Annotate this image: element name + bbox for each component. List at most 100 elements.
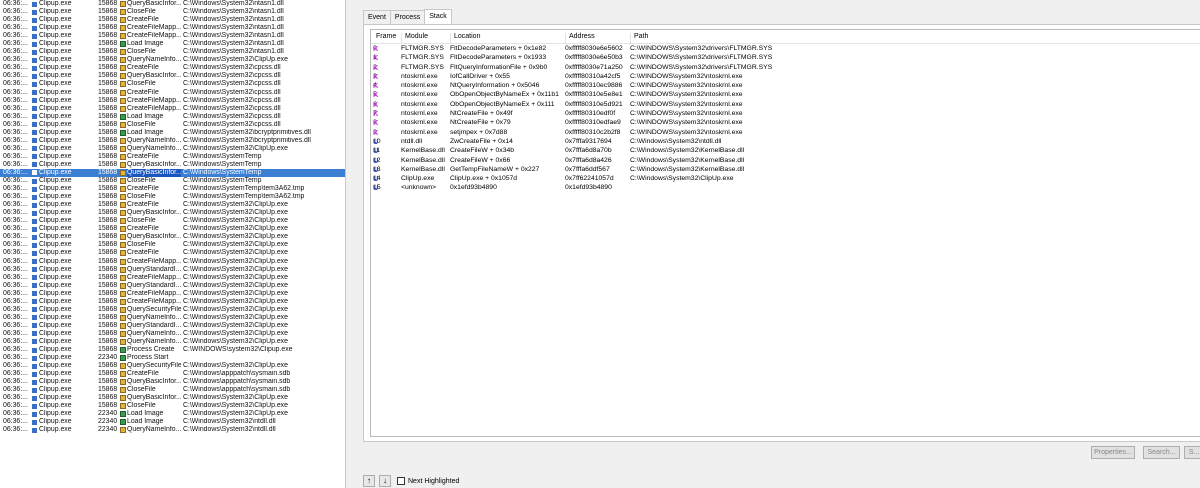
event-row[interactable]: 06:36:... Clipup.exe 15868 QueryNameInfo...…	[0, 330, 345, 338]
stack-frame-row[interactable]: K 4 ntoskrnl.exe NtQueryInformation + 0x504…	[371, 81, 1200, 90]
source-button[interactable]: S...	[1184, 446, 1200, 459]
stack-frame-row[interactable]: K 6 ntoskrnl.exe ObOpenObjectByNameEx + 0x1…	[371, 100, 1200, 109]
event-row[interactable]: 06:36:... Clipup.exe 15868 CloseFile C:\Wind…	[0, 80, 345, 88]
stack-frame-row[interactable]: K 7 ntoskrnl.exe NtCreateFile + 0x49f 0xffff…	[371, 109, 1200, 118]
stack-frame-row[interactable]: U 10 ntdll.dll ZwCreateFile + 0x14 0x7fffa93…	[371, 137, 1200, 146]
event-row[interactable]: 06:36:... Clipup.exe 15868 CloseFile C:\Wind…	[0, 48, 345, 56]
tab-stack[interactable]: Stack	[424, 9, 452, 24]
column-header-address[interactable]: Address	[565, 33, 631, 43]
event-row[interactable]: 06:36:... Clipup.exe 15868 QueryBasicInfor.…	[0, 72, 345, 80]
event-row[interactable]: 06:36:... Clipup.exe 15868 CloseFile C:\Wind…	[0, 241, 345, 249]
stack-frame-row[interactable]: U 11 KernelBase.dll CreateFileW + 0x34b 0x7f…	[371, 146, 1200, 155]
process-icon	[32, 178, 37, 184]
event-row[interactable]: 06:36:... Clipup.exe 15868 CloseFile C:\Wind…	[0, 402, 345, 410]
event-row[interactable]: 06:36:... Clipup.exe 15868 CreateFileMapp..…	[0, 32, 345, 40]
event-row[interactable]: 06:36:... Clipup.exe 15868 QueryNameInfo...…	[0, 137, 345, 145]
event-row[interactable]: 06:36:... Clipup.exe 15868 QueryNameInfo...…	[0, 314, 345, 322]
event-row[interactable]: 06:36:... Clipup.exe 15868 CreateFileMapp..…	[0, 24, 345, 32]
event-row[interactable]: 06:36:... Clipup.exe 15868 CreateFile C:\Win…	[0, 16, 345, 24]
event-row[interactable]: 06:36:... Clipup.exe 15868 CloseFile C:\Wind…	[0, 386, 345, 394]
event-operation: QueryNameInfo...	[127, 56, 181, 64]
event-row[interactable]: 06:36:... Clipup.exe 15868 CloseFile C:\Wind…	[0, 193, 345, 201]
stack-frame-row[interactable]: U 12 KernelBase.dll CreateFileW + 0x66 0x7ff…	[371, 156, 1200, 165]
event-row[interactable]: 06:36:... Clipup.exe 15868 QueryBasicInfor.…	[0, 161, 345, 169]
event-row[interactable]: 06:36:... Clipup.exe 15868 QuerySecurityFil…	[0, 306, 345, 314]
event-operation: Process Start	[127, 354, 169, 362]
event-row[interactable]: 06:36:... Clipup.exe 15868 CreateFile C:\Win…	[0, 64, 345, 72]
event-row[interactable]: 06:36:... Clipup.exe 15868 Load Image C:\Win…	[0, 129, 345, 137]
event-process-name: Clipup.exe	[39, 40, 72, 48]
event-row[interactable]: 06:36:... Clipup.exe 15868 CreateFile C:\Win…	[0, 89, 345, 97]
stack-frame-row[interactable]: U 14 ClipUp.exe ClipUp.exe + 0x1057d 0x7ff62…	[371, 174, 1200, 183]
event-row[interactable]: 06:36:... Clipup.exe 15868 CloseFile C:\Wind…	[0, 8, 345, 16]
event-time: 06:36:...	[3, 8, 28, 16]
column-header-frame[interactable]: Frame	[373, 33, 401, 43]
event-row[interactable]: 06:36:... Clipup.exe 15868 CreateFile C:\Win…	[0, 370, 345, 378]
column-header-path[interactable]: Path	[630, 33, 830, 43]
event-row[interactable]: 06:36:... Clipup.exe 15868 CreateFileMapp..…	[0, 258, 345, 266]
event-row[interactable]: 06:36:... Clipup.exe 15868 QueryBasicInfor.…	[0, 378, 345, 386]
event-row[interactable]: 06:36:... Clipup.exe 15868 CreateFileMapp..…	[0, 274, 345, 282]
event-row[interactable]: 06:36:... Clipup.exe 15868 QueryBasicInfor.…	[0, 0, 345, 8]
stack-table[interactable]: Frame Module Location Address Path K 0 FLT…	[370, 29, 1200, 437]
event-row[interactable]: 06:36:... Clipup.exe 15868 QueryStandardI..…	[0, 266, 345, 274]
event-row[interactable]: 06:36:... Clipup.exe 15868 Load Image C:\Win…	[0, 40, 345, 48]
event-row[interactable]: 06:36:... Clipup.exe 15868 CreateFile C:\Win…	[0, 201, 345, 209]
event-time: 06:36:...	[3, 152, 28, 160]
event-row[interactable]: 06:36:... Clipup.exe 15868 CreateFile C:\Win…	[0, 225, 345, 233]
properties-button[interactable]: Properties...	[1091, 446, 1135, 459]
event-row[interactable]: 06:36:... Clipup.exe 15868 Process Create C:…	[0, 346, 345, 354]
event-row[interactable]: 06:36:... Clipup.exe 22340 Process Start	[0, 354, 345, 362]
event-row[interactable]: 06:36:... Clipup.exe 15868 QueryNameInfo...…	[0, 338, 345, 346]
event-row[interactable]: 06:36:... Clipup.exe 15868 QueryBasicInfor.…	[0, 394, 345, 402]
event-row[interactable]: 06:36:... Clipup.exe 15868 QueryNameInfo...…	[0, 145, 345, 153]
event-row[interactable]: 06:36:... Clipup.exe 22340 QueryNameInfo...…	[0, 426, 345, 434]
event-row[interactable]: 06:36:... Clipup.exe 15868 QuerySecurityFil…	[0, 362, 345, 370]
tab-process[interactable]: Process	[389, 10, 426, 24]
event-row[interactable]: 06:36:... Clipup.exe 22340 Load Image C:\Win…	[0, 418, 345, 426]
event-row[interactable]: 06:36:... Clipup.exe 15868 CreateFileMapp..…	[0, 97, 345, 105]
event-path: C:\Windows\System32\ClipUp.exe	[183, 297, 288, 305]
event-row[interactable]: 06:36:... Clipup.exe 15868 QueryStandardI..…	[0, 282, 345, 290]
stack-frame-row[interactable]: K 5 ntoskrnl.exe ObOpenObjectByNameEx + 0x1…	[371, 90, 1200, 99]
event-list[interactable]: 06:36:... Clipup.exe 15868 QueryBasicInfor.…	[0, 0, 346, 488]
event-row[interactable]: 06:36:... Clipup.exe 15868 Load Image C:\Win…	[0, 113, 345, 121]
stack-frame-row[interactable]: K 0 FLTMGR.SYS FltDecodeParameters + 0x1e82…	[371, 44, 1200, 53]
search-button[interactable]: Search...	[1143, 446, 1180, 459]
stack-frame-row[interactable]: K 1 FLTMGR.SYS FltDecodeParameters + 0x1933…	[371, 53, 1200, 62]
event-row[interactable]: 06:36:... Clipup.exe 15868 CreateFile C:\Win…	[0, 153, 345, 161]
stack-frame-row[interactable]: K 9 ntoskrnl.exe setjmpex + 0x7d88 0xfffff80…	[371, 128, 1200, 137]
kernel-mode-icon: K	[373, 118, 379, 128]
event-row[interactable]: 06:36:... Clipup.exe 15868 CloseFile C:\Wind…	[0, 217, 345, 225]
event-row[interactable]: 06:36:... Clipup.exe 15868 CreateFileMapp..…	[0, 298, 345, 306]
event-row[interactable]: 06:36:... Clipup.exe 15868 QueryNameInfo...…	[0, 56, 345, 64]
event-row[interactable]: 06:36:... Clipup.exe 15868 QueryBasicInfor.…	[0, 233, 345, 241]
stack-frame-row[interactable]: K 3 ntoskrnl.exe IofCallDriver + 0x55 0xffff…	[371, 72, 1200, 81]
stack-frame-row[interactable]: K 8 ntoskrnl.exe NtCreateFile + 0x79 0xfffff…	[371, 118, 1200, 127]
frame-path: C:\Windows\System32\KernelBase.dll	[630, 147, 745, 155]
event-pid: 15868	[98, 160, 118, 168]
event-row[interactable]: 06:36:... Clipup.exe 15868 QueryStandardI..…	[0, 322, 345, 330]
event-row[interactable]: 06:36:... Clipup.exe 15868 CreateFile C:\Win…	[0, 185, 345, 193]
stack-frame-row[interactable]: K 2 FLTMGR.SYS FltQueryInformationFile + 0x…	[371, 63, 1200, 72]
column-header-location[interactable]: Location	[450, 33, 565, 43]
column-header-module[interactable]: Module	[401, 33, 451, 43]
file-system-icon	[120, 202, 126, 209]
event-row[interactable]: 06:36:... Clipup.exe 15868 QueryBasicInfor.…	[0, 168, 345, 178]
stack-frame-row[interactable]: U 15 <unknown> 0x1efd93b4890 0x1efd93b4890	[371, 183, 1200, 192]
event-row[interactable]: 06:36:... Clipup.exe 15868 QueryBasicInfor.…	[0, 209, 345, 217]
event-row[interactable]: 06:36:... Clipup.exe 15868 CloseFile C:\Wind…	[0, 121, 345, 129]
next-highlighted-checkbox[interactable]	[397, 477, 405, 485]
event-row[interactable]: 06:36:... Clipup.exe 15868 CreateFile C:\Win…	[0, 249, 345, 257]
tab-event[interactable]: Event	[363, 10, 391, 24]
frame-address: 0xfffff80310e5e8e1	[565, 91, 623, 99]
next-event-button[interactable]: ↓	[379, 475, 391, 487]
event-row[interactable]: 06:36:... Clipup.exe 15868 CreateFileMapp..…	[0, 105, 345, 113]
event-row[interactable]: 06:36:... Clipup.exe 15868 CloseFile C:\Wind…	[0, 177, 345, 185]
event-row[interactable]: 06:36:... Clipup.exe 22340 Load Image C:\Win…	[0, 410, 345, 418]
previous-event-button[interactable]: ↑	[363, 475, 375, 487]
frame-address: 0xfffff80310a42cf5	[565, 72, 621, 80]
process-icon	[32, 411, 37, 417]
stack-frame-row[interactable]: U 13 KernelBase.dll GetTempFileNameW + 0x22…	[371, 165, 1200, 174]
event-row[interactable]: 06:36:... Clipup.exe 15868 CreateFileMapp..…	[0, 290, 345, 298]
